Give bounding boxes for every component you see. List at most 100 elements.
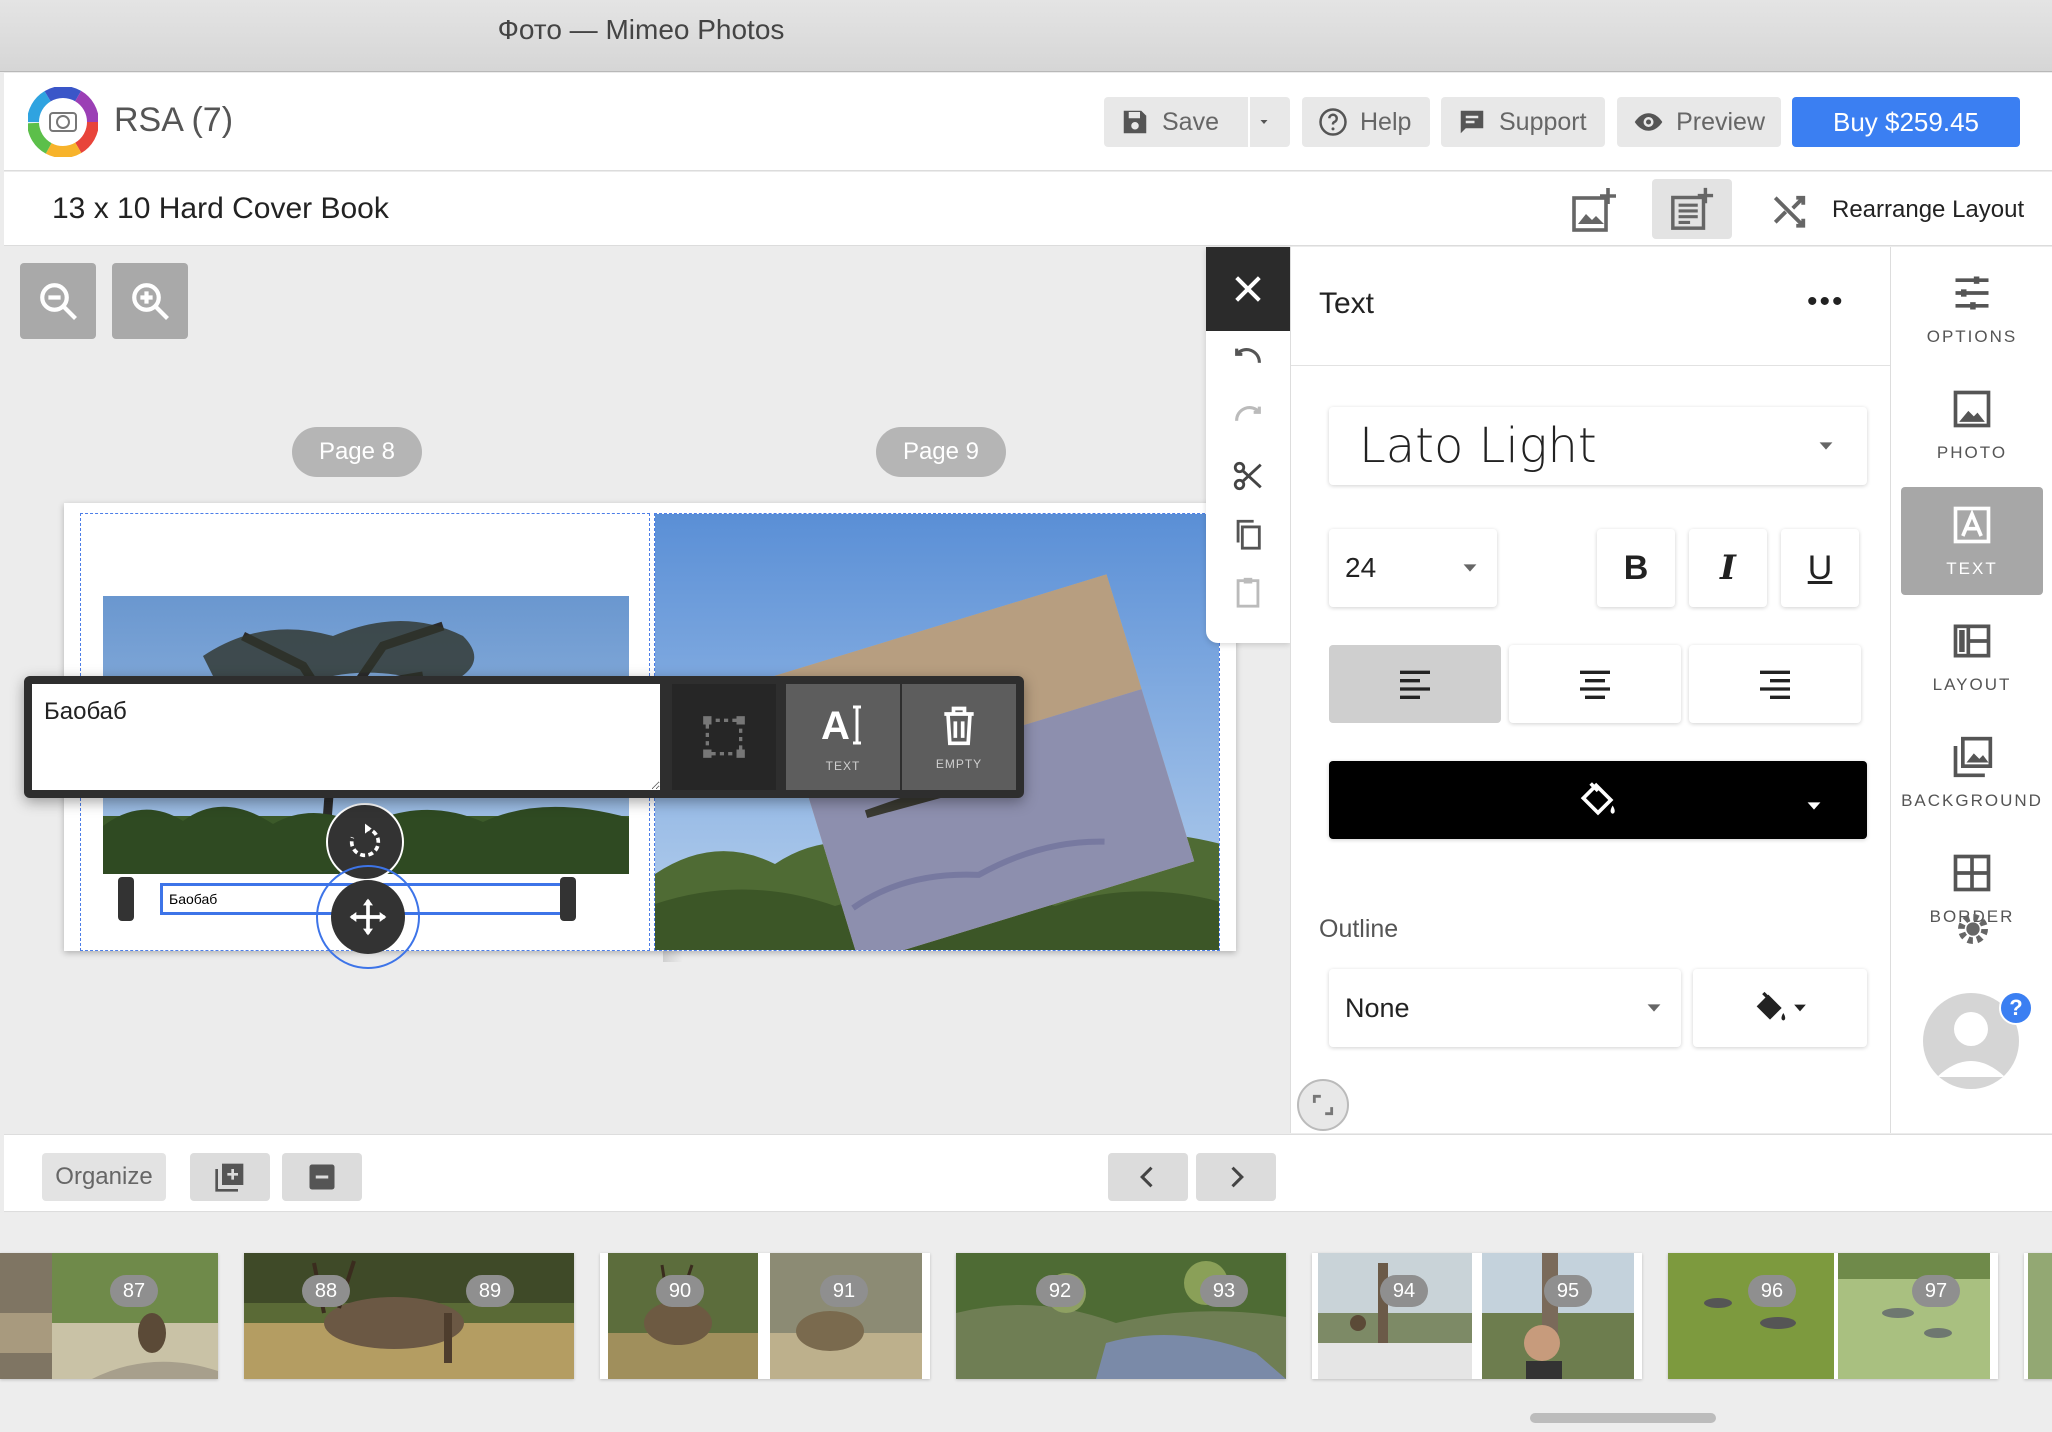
add-pages-button[interactable] — [190, 1153, 270, 1201]
redo-icon — [1235, 406, 1261, 421]
caret-down-icon — [1260, 120, 1268, 124]
app-logo-icon — [28, 87, 98, 157]
undo-button[interactable] — [1206, 331, 1290, 389]
redo-button[interactable] — [1206, 389, 1290, 447]
empty-button[interactable]: EMPTY — [902, 684, 1016, 790]
bold-button[interactable]: B — [1597, 529, 1675, 607]
page-number-badge: 97 — [1912, 1275, 1960, 1307]
align-right-button[interactable] — [1689, 645, 1861, 723]
chat-icon — [1460, 110, 1484, 134]
book-toolbar: 13 x 10 Hard Cover Book Rearrange Layout — [4, 172, 2052, 246]
text-content-input[interactable] — [32, 684, 660, 790]
filmstrip-scrollbar[interactable] — [1530, 1413, 1716, 1423]
page-9-label[interactable]: Page 9 — [876, 427, 1006, 477]
page-thumbnail — [1318, 1253, 1472, 1379]
fit-frame-button[interactable] — [672, 684, 776, 790]
spread-thumbnail[interactable] — [2024, 1253, 2052, 1379]
support-button[interactable]: Support — [1441, 97, 1605, 147]
zoom-in-icon — [132, 283, 169, 320]
italic-button[interactable]: I — [1689, 529, 1767, 607]
close-icon — [1235, 276, 1261, 302]
add-text-button[interactable] — [1652, 179, 1732, 239]
layout-icon — [1953, 624, 1991, 658]
text-color-select[interactable] — [1329, 761, 1867, 839]
text-edit-popover: A TEXT EMPTY — [24, 676, 1024, 798]
spread-thumbnail[interactable]: 92 93 — [956, 1253, 1286, 1379]
page-thumbnail — [0, 1253, 52, 1379]
underline-button[interactable]: U — [1781, 529, 1859, 607]
zoom-in-button[interactable] — [112, 263, 188, 339]
spread-thumbnail[interactable]: 88 89 — [244, 1253, 574, 1379]
frame-icon — [703, 716, 745, 758]
sidebar-item-background[interactable]: BACKGROUND — [1901, 719, 2043, 827]
sidebar-item-text[interactable]: TEXT — [1901, 487, 2043, 595]
save-options-dropdown[interactable] — [1250, 97, 1290, 147]
next-page-button[interactable] — [1196, 1153, 1276, 1201]
remove-page-icon — [309, 1164, 335, 1190]
text-box-resize-right-handle[interactable] — [560, 877, 576, 921]
more-options-button[interactable]: ••• — [1807, 285, 1845, 319]
edit-toolbar — [1206, 247, 1290, 643]
spread-thumbnail[interactable]: 96 97 — [1668, 1253, 1998, 1379]
move-handle[interactable] — [316, 865, 420, 969]
spread-thumbnail[interactable]: 94 95 — [1312, 1253, 1642, 1379]
rearrange-layout-button[interactable]: Rearrange Layout — [1770, 186, 2024, 234]
caret-down-icon — [1807, 802, 1821, 810]
align-center-button[interactable] — [1509, 645, 1681, 723]
organize-button[interactable]: Organize — [42, 1153, 166, 1201]
panel-title: Text — [1319, 287, 1375, 320]
previous-page-button[interactable] — [1108, 1153, 1188, 1201]
page-thumbnail — [1668, 1253, 1834, 1379]
remove-pages-button[interactable] — [282, 1153, 362, 1201]
outline-select[interactable]: None — [1329, 969, 1681, 1047]
help-badge[interactable]: ? — [1999, 991, 2033, 1025]
page-thumbnail — [608, 1253, 758, 1379]
resize-icon — [1312, 1094, 1334, 1116]
panel-collapse-button[interactable] — [1297, 1079, 1349, 1131]
preview-button[interactable]: Preview — [1617, 97, 1781, 147]
text-mode-button[interactable]: A TEXT — [786, 684, 900, 790]
help-circle-icon — [1319, 108, 1347, 136]
font-family-select[interactable]: Lato Light — [1329, 407, 1867, 485]
eye-icon — [1634, 113, 1663, 131]
font-size-select[interactable]: 24 — [1329, 529, 1497, 607]
page-number-badge: 95 — [1544, 1275, 1592, 1307]
sidebar-item-label: OPTIONS — [1926, 327, 2018, 346]
close-edit-button[interactable] — [1206, 247, 1290, 331]
move-handle-knob[interactable] — [331, 880, 405, 954]
sidebar-item-photo[interactable]: PHOTO — [1901, 371, 2043, 479]
paint-bucket-icon — [1756, 991, 1786, 1021]
page-number-badge: 90 — [656, 1275, 704, 1307]
align-center-icon — [1580, 670, 1610, 699]
page-8-label[interactable]: Page 8 — [292, 427, 422, 477]
project-name[interactable]: RSA (7) — [114, 101, 233, 140]
save-label: Save — [1162, 107, 1219, 136]
gear-icon — [1958, 914, 1988, 944]
sidebar-item-layout[interactable]: LAYOUT — [1901, 603, 2043, 711]
shuffle-icon — [1773, 195, 1806, 228]
buy-button[interactable]: Buy $259.45 — [1792, 97, 2020, 147]
paste-button[interactable] — [1206, 563, 1290, 621]
spread-thumbnail[interactable]: 90 91 — [600, 1253, 930, 1379]
window-title: Фото — Mimeo Photos — [497, 14, 785, 45]
outline-color-select[interactable] — [1693, 969, 1867, 1047]
book-title: 13 x 10 Hard Cover Book — [52, 192, 389, 225]
cut-button[interactable] — [1206, 447, 1290, 505]
add-photo-button[interactable] — [1564, 182, 1624, 238]
copy-button[interactable] — [1206, 505, 1290, 563]
sidebar-item-options[interactable]: OPTIONS — [1901, 255, 2043, 363]
page-filmstrip: 87 88 89 90 91 92 93 94 95 96 97 — [0, 1213, 2052, 1432]
text-box-resize-left-handle[interactable] — [118, 877, 134, 921]
add-page-icon — [215, 1163, 244, 1192]
zoom-out-button[interactable] — [20, 263, 96, 339]
add-photo-icon — [1572, 188, 1616, 232]
caret-down-icon — [1794, 1004, 1806, 1012]
help-button[interactable]: Help — [1302, 97, 1430, 147]
save-button[interactable]: Save — [1104, 97, 1248, 147]
panel-divider — [1291, 365, 1891, 366]
background-icon — [1953, 736, 1993, 778]
preview-label: Preview — [1676, 107, 1765, 136]
spread-thumbnail[interactable]: 87 — [0, 1253, 218, 1379]
align-left-button[interactable] — [1329, 645, 1501, 723]
move-arrows-icon — [349, 898, 387, 936]
